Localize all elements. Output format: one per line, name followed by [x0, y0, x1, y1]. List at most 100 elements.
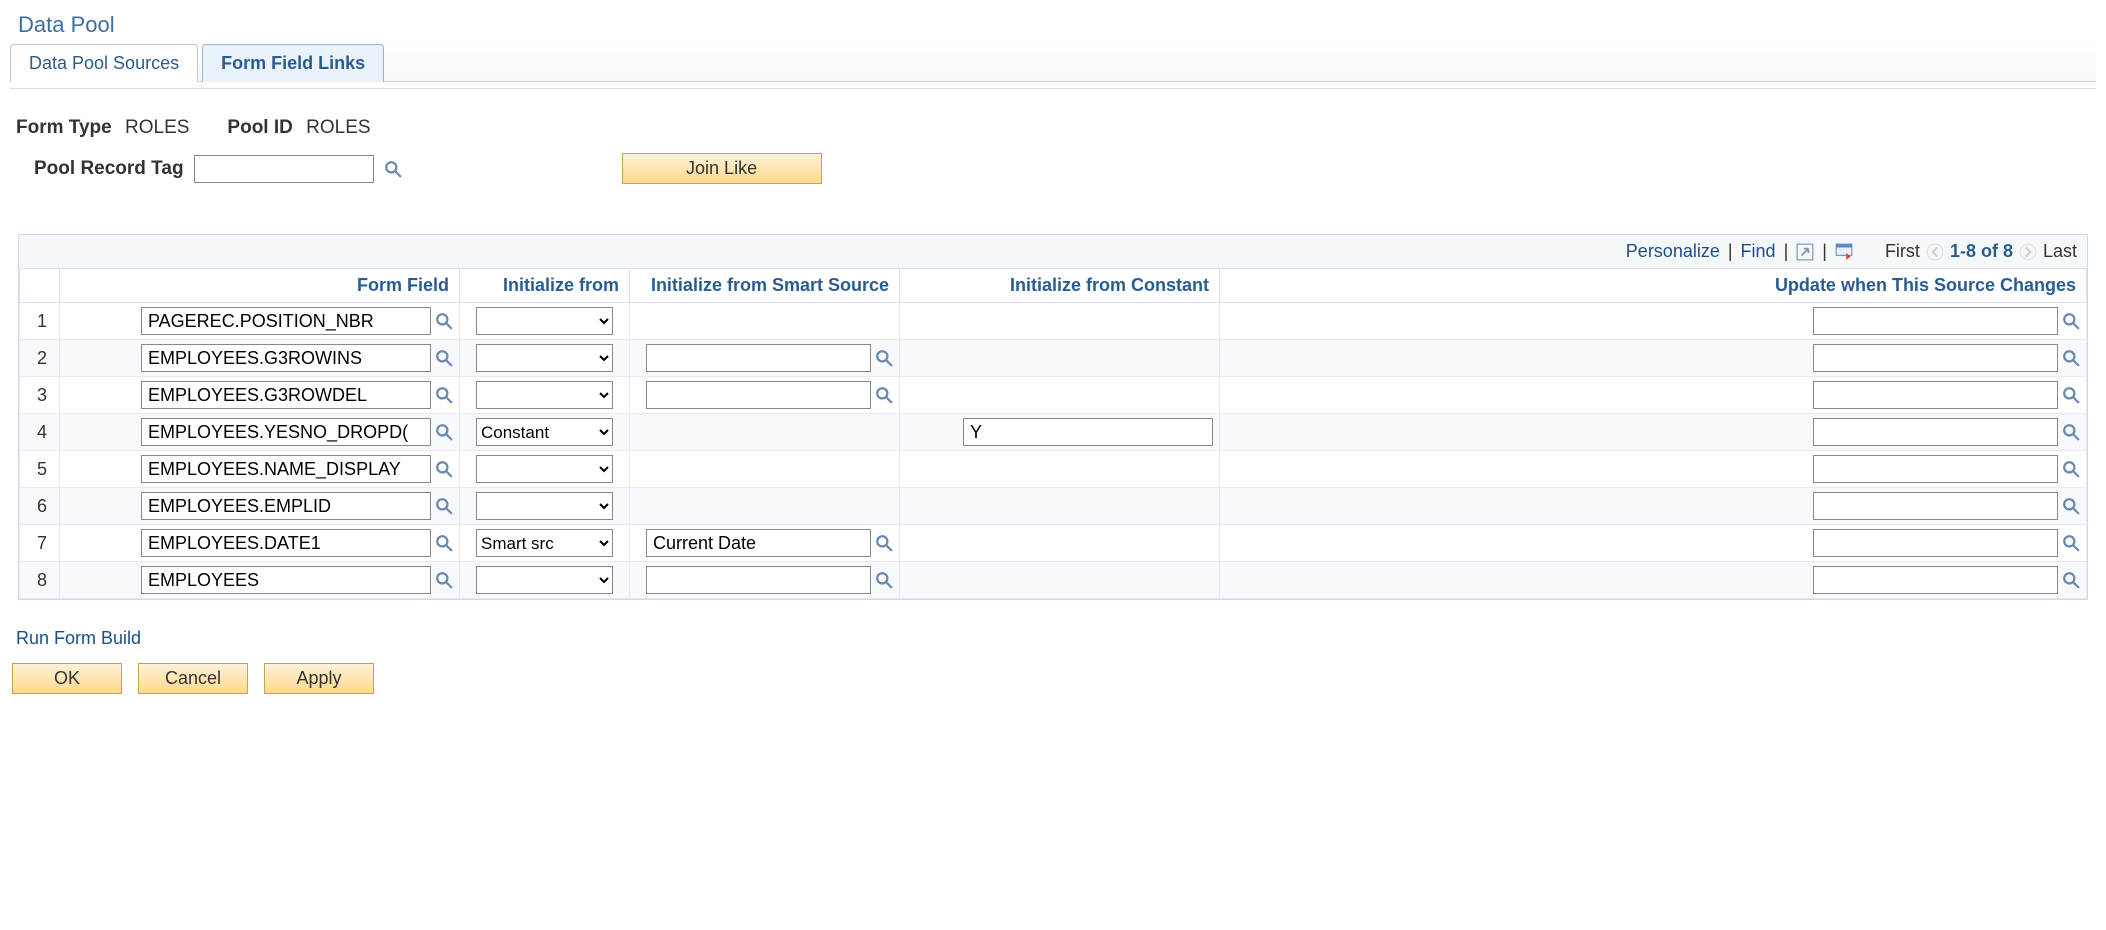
pool-record-tag-input[interactable]	[194, 155, 374, 183]
apply-button[interactable]: Apply	[264, 663, 374, 694]
update-source-input[interactable]	[1813, 344, 2058, 372]
prev-arrow-icon[interactable]	[1926, 243, 1944, 261]
download-icon[interactable]	[1835, 243, 1853, 261]
update-source-input[interactable]	[1813, 455, 2058, 483]
initialize-from-select[interactable]	[476, 492, 613, 520]
grid-toolbar: Personalize | Find | | First 1-8 of 8 La…	[19, 235, 2087, 268]
pool-id-value: ROLES	[306, 117, 370, 138]
pool-id-label: Pool ID	[227, 117, 292, 138]
smart-source-input[interactable]	[646, 529, 871, 557]
lookup-icon[interactable]	[435, 497, 453, 515]
table-row: 2	[20, 340, 2087, 377]
separator: |	[1822, 241, 1827, 262]
col-form-field[interactable]: Form Field	[60, 269, 460, 303]
col-init-from[interactable]: Initialize from	[460, 269, 630, 303]
divider	[10, 88, 2096, 89]
pool-record-tag-row: Pool Record Tag Join Like	[10, 143, 2096, 194]
table-row: 7 Smart src	[20, 525, 2087, 562]
row-number: 1	[20, 303, 60, 340]
lookup-icon[interactable]	[2062, 497, 2080, 515]
col-init-const[interactable]: Initialize from Constant	[900, 269, 1220, 303]
lookup-icon[interactable]	[2062, 423, 2080, 441]
lookup-icon[interactable]	[435, 349, 453, 367]
lookup-icon[interactable]	[2062, 312, 2080, 330]
constant-input[interactable]	[963, 418, 1213, 446]
table-row: 8	[20, 562, 2087, 599]
col-rownum	[20, 269, 60, 303]
lookup-icon[interactable]	[875, 571, 893, 589]
tabs: Data Pool Sources Form Field Links	[10, 42, 2096, 82]
lookup-icon[interactable]	[435, 534, 453, 552]
tab-data-pool-sources[interactable]: Data Pool Sources	[10, 44, 198, 82]
lookup-icon[interactable]	[384, 160, 402, 178]
tab-form-field-links[interactable]: Form Field Links	[202, 44, 384, 82]
lookup-icon[interactable]	[2062, 460, 2080, 478]
join-like-button[interactable]: Join Like	[622, 153, 822, 184]
form-field-input[interactable]	[141, 492, 431, 520]
ok-button[interactable]: OK	[12, 663, 122, 694]
update-source-input[interactable]	[1813, 529, 2058, 557]
find-link[interactable]: Find	[1741, 241, 1776, 262]
update-source-input[interactable]	[1813, 381, 2058, 409]
form-field-input[interactable]	[141, 418, 431, 446]
page-title: Data Pool	[18, 12, 2096, 38]
smart-source-input[interactable]	[646, 344, 871, 372]
row-number: 8	[20, 562, 60, 599]
lookup-icon[interactable]	[435, 312, 453, 330]
initialize-from-select[interactable]: Smart src	[476, 529, 613, 557]
initialize-from-select[interactable]	[476, 566, 613, 594]
next-arrow-icon[interactable]	[2019, 243, 2037, 261]
update-source-input[interactable]	[1813, 418, 2058, 446]
lookup-icon[interactable]	[875, 534, 893, 552]
update-source-input[interactable]	[1813, 566, 2058, 594]
lookup-icon[interactable]	[2062, 534, 2080, 552]
lookup-icon[interactable]	[435, 571, 453, 589]
form-field-input[interactable]	[141, 455, 431, 483]
row-number: 5	[20, 451, 60, 488]
form-field-input[interactable]	[141, 381, 431, 409]
initialize-from-select[interactable]	[476, 455, 613, 483]
cancel-button[interactable]: Cancel	[138, 663, 248, 694]
row-number: 7	[20, 525, 60, 562]
action-buttons: OK Cancel Apply	[10, 655, 2096, 702]
separator: |	[1784, 241, 1789, 262]
row-number: 6	[20, 488, 60, 525]
initialize-from-select[interactable]	[476, 307, 613, 335]
grid-nav: First 1-8 of 8 Last	[1885, 241, 2077, 262]
row-number: 3	[20, 377, 60, 414]
form-field-input[interactable]	[141, 344, 431, 372]
initialize-from-select[interactable]: Constant	[476, 418, 613, 446]
zoom-icon[interactable]	[1796, 243, 1814, 261]
nav-last[interactable]: Last	[2043, 241, 2077, 262]
form-type-value: ROLES	[125, 117, 189, 138]
lookup-icon[interactable]	[435, 460, 453, 478]
lookup-icon[interactable]	[2062, 349, 2080, 367]
initialize-from-select[interactable]	[476, 381, 613, 409]
update-source-input[interactable]	[1813, 307, 2058, 335]
table-row: 6	[20, 488, 2087, 525]
form-type-label: Form Type	[16, 117, 112, 138]
meta-row: Form Type ROLES Pool ID ROLES	[10, 113, 2096, 143]
smart-source-input[interactable]	[646, 566, 871, 594]
lookup-icon[interactable]	[2062, 386, 2080, 404]
lookup-icon[interactable]	[435, 386, 453, 404]
initialize-from-select[interactable]	[476, 344, 613, 372]
form-field-input[interactable]	[141, 566, 431, 594]
lookup-icon[interactable]	[2062, 571, 2080, 589]
lookup-icon[interactable]	[875, 349, 893, 367]
personalize-link[interactable]: Personalize	[1626, 241, 1720, 262]
table-row: 1	[20, 303, 2087, 340]
grid-table: Form Field Initialize from Initialize fr…	[19, 268, 2087, 599]
form-field-input[interactable]	[141, 307, 431, 335]
nav-first[interactable]: First	[1885, 241, 1920, 262]
table-row: 3	[20, 377, 2087, 414]
col-update-src[interactable]: Update when This Source Changes	[1220, 269, 2087, 303]
run-form-build-link[interactable]: Run Form Build	[16, 628, 141, 649]
col-init-smart[interactable]: Initialize from Smart Source	[630, 269, 900, 303]
lookup-icon[interactable]	[875, 386, 893, 404]
form-field-input[interactable]	[141, 529, 431, 557]
lookup-icon[interactable]	[435, 423, 453, 441]
row-number: 2	[20, 340, 60, 377]
update-source-input[interactable]	[1813, 492, 2058, 520]
smart-source-input[interactable]	[646, 381, 871, 409]
